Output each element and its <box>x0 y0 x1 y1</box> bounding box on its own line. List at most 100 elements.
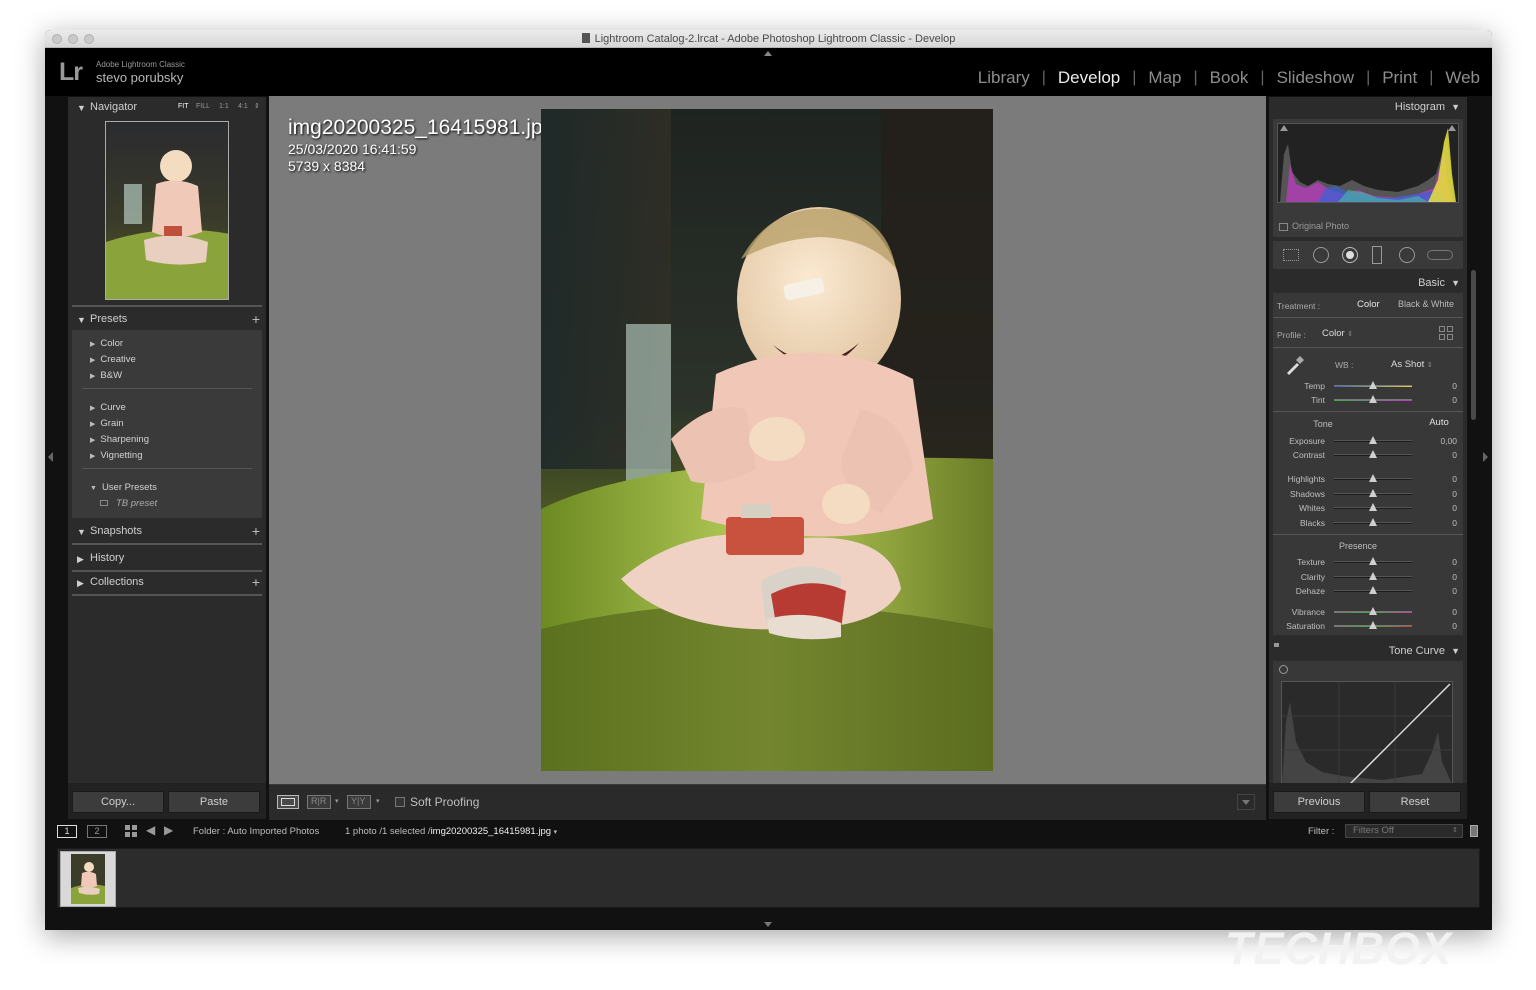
slider-knob[interactable] <box>1369 436 1377 444</box>
filter-select[interactable]: Filters Off ⇕ <box>1345 824 1463 838</box>
shadow-clipping-icon[interactable] <box>1280 125 1288 131</box>
tone-curve-header[interactable]: Tone Curve ▼ <box>1269 641 1467 661</box>
auto-tone-button[interactable]: Auto <box>1421 417 1457 431</box>
secondary-window-button[interactable]: 2 <box>87 825 107 838</box>
white-balance-eyedropper-icon[interactable] <box>1283 353 1307 377</box>
module-develop[interactable]: Develop <box>1056 68 1122 88</box>
loupe-view-button[interactable] <box>277 795 299 809</box>
collections-header[interactable]: ▶ Collections + <box>68 572 266 594</box>
zoom-stepper-icon[interactable]: ⇕ <box>254 102 260 110</box>
right-panel-toggle-icon[interactable] <box>1483 452 1488 462</box>
targeted-adjustment-icon[interactable] <box>1279 665 1288 674</box>
swap-dropdown-icon[interactable]: ▾ <box>376 797 380 805</box>
left-panel-toggle-icon[interactable] <box>48 452 53 462</box>
wb-select[interactable]: As Shot ⇕ <box>1391 359 1433 370</box>
profile-select[interactable]: Color ⇕ <box>1322 328 1353 339</box>
main-photo[interactable] <box>541 109 993 771</box>
slider-knob[interactable] <box>1369 450 1377 458</box>
vibrance-slider[interactable]: Vibrance 0 <box>1269 605 1467 619</box>
slider-value[interactable]: 0 <box>1452 572 1457 582</box>
navigator-preview[interactable] <box>105 121 229 300</box>
reset-button[interactable]: Reset <box>1369 791 1461 813</box>
back-arrow-icon[interactable]: ◀ <box>146 823 155 837</box>
preset-folder-user-presets[interactable]: ▼ User Presets <box>90 482 157 493</box>
histogram-header[interactable]: Histogram ▼ <box>1269 97 1467 117</box>
slider-value[interactable]: 0 <box>1452 557 1457 567</box>
zoom-4-1[interactable]: 4:1 <box>238 103 248 110</box>
zoom-fill[interactable]: FILL <box>196 103 210 110</box>
image-viewer[interactable]: img20200325_16415981.jpg 25/03/2020 16:4… <box>269 96 1266 784</box>
filter-lock-icon[interactable] <box>1470 825 1478 837</box>
right-panel-scrollbar[interactable] <box>1471 270 1476 420</box>
module-book[interactable]: Book <box>1208 68 1251 88</box>
before-after-swap-button[interactable]: Y|Y <box>347 795 371 809</box>
before-after-dropdown-icon[interactable]: ▾ <box>335 797 339 805</box>
paste-settings-button[interactable]: Paste <box>168 791 260 813</box>
adjustment-brush-icon[interactable] <box>1427 250 1453 260</box>
slider-value[interactable]: 0 <box>1452 518 1457 528</box>
crop-tool-icon[interactable] <box>1283 249 1299 261</box>
preset-folder-grain[interactable]: ▶ Grain <box>90 418 124 429</box>
slider-knob[interactable] <box>1369 572 1377 580</box>
dehaze-slider[interactable]: Dehaze 0 <box>1269 584 1467 598</box>
soft-proofing-checkbox[interactable] <box>395 797 405 807</box>
slider-value[interactable]: 0 <box>1452 450 1457 460</box>
shadows-slider[interactable]: Shadows 0 <box>1269 487 1467 501</box>
slider-knob[interactable] <box>1369 489 1377 497</box>
spot-removal-icon[interactable] <box>1313 247 1329 263</box>
before-after-button[interactable]: R|R <box>307 795 331 809</box>
previous-settings-button[interactable]: Previous <box>1273 791 1365 813</box>
add-snapshot-icon[interactable]: + <box>252 523 260 539</box>
tone-curve-graph[interactable] <box>1281 681 1453 785</box>
toolbar-content-menu[interactable] <box>1237 794 1255 810</box>
module-web[interactable]: Web <box>1443 68 1482 88</box>
zoom-fit[interactable]: FIT <box>178 103 189 110</box>
navigator-header[interactable]: ▼ Navigator FIT FILL 1:1 4:1 ⇕ <box>68 97 266 119</box>
folder-source[interactable]: Folder : Auto Imported Photos <box>193 826 319 837</box>
add-collection-icon[interactable]: + <box>252 574 260 590</box>
slider-value[interactable]: 0 <box>1452 489 1457 499</box>
add-preset-icon[interactable]: + <box>252 311 260 327</box>
module-slideshow[interactable]: Slideshow <box>1275 68 1357 88</box>
slider-value[interactable]: 0 <box>1452 395 1457 405</box>
preset-folder-curve[interactable]: ▶ Curve <box>90 402 126 413</box>
grid-view-icon[interactable] <box>125 825 137 837</box>
zoom-1-1[interactable]: 1:1 <box>219 103 229 110</box>
slider-value[interactable]: 0 <box>1452 607 1457 617</box>
filmstrip-count[interactable]: 1 photo /1 selected /img20200325_1641598… <box>345 826 557 837</box>
module-print[interactable]: Print <box>1380 68 1419 88</box>
forward-arrow-icon[interactable]: ▶ <box>164 823 173 837</box>
whites-slider[interactable]: Whites 0 <box>1269 501 1467 515</box>
preset-tb-preset[interactable]: TB preset <box>100 498 157 509</box>
tint-slider[interactable]: Tint 0 <box>1269 393 1467 407</box>
slider-knob[interactable] <box>1369 586 1377 594</box>
slider-knob[interactable] <box>1369 381 1377 389</box>
highlight-clipping-icon[interactable] <box>1448 125 1456 131</box>
blacks-slider[interactable]: Blacks 0 <box>1269 516 1467 530</box>
histogram-graph[interactable] <box>1277 123 1459 203</box>
filmstrip-thumbnail[interactable] <box>60 851 116 907</box>
presets-header[interactable]: ▼ Presets + <box>68 309 266 331</box>
slider-knob[interactable] <box>1369 503 1377 511</box>
profile-browser-icon[interactable] <box>1439 326 1453 340</box>
primary-window-button[interactable]: 1 <box>57 825 77 838</box>
slider-value[interactable]: 0 <box>1452 621 1457 631</box>
temp-slider[interactable]: Temp 0 <box>1269 379 1467 393</box>
slider-knob[interactable] <box>1369 474 1377 482</box>
slider-value[interactable]: 0 <box>1452 586 1457 596</box>
preset-folder-sharpening[interactable]: ▶ Sharpening <box>90 434 149 445</box>
slider-knob[interactable] <box>1369 518 1377 526</box>
basic-header[interactable]: Basic ▼ <box>1269 273 1467 293</box>
slider-value[interactable]: 0 <box>1452 503 1457 513</box>
preset-folder-creative[interactable]: ▶ Creative <box>90 354 136 365</box>
highlights-slider[interactable]: Highlights 0 <box>1269 472 1467 486</box>
texture-slider[interactable]: Texture 0 <box>1269 555 1467 569</box>
module-library[interactable]: Library <box>976 68 1032 88</box>
clarity-slider[interactable]: Clarity 0 <box>1269 570 1467 584</box>
slider-knob[interactable] <box>1369 621 1377 629</box>
snapshots-header[interactable]: ▼ Snapshots + <box>68 521 266 543</box>
radial-filter-icon[interactable] <box>1399 247 1415 263</box>
slider-value[interactable]: 0,00 <box>1440 436 1457 446</box>
module-map[interactable]: Map <box>1146 68 1183 88</box>
saturation-slider[interactable]: Saturation 0 <box>1269 619 1467 633</box>
